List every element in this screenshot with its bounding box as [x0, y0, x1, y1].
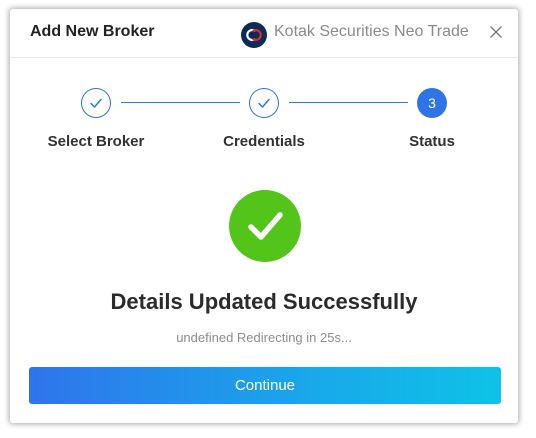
kotak-logo-icon	[241, 22, 267, 48]
modal-header: Add New Broker Kotak Securities Neo Trad…	[10, 9, 518, 58]
broker-name: Kotak Securities Neo Trade	[274, 23, 469, 40]
step-credentials	[249, 88, 279, 118]
continue-button[interactable]: Continue	[29, 367, 501, 404]
modal-title: Add New Broker	[30, 23, 155, 40]
close-icon[interactable]	[488, 24, 504, 40]
redirect-message: undefined Redirecting in 25s...	[176, 330, 352, 345]
step-connector	[289, 102, 408, 103]
success-check-icon	[229, 190, 301, 262]
check-icon	[258, 98, 270, 108]
status-headline: Details Updated Successfully	[110, 289, 418, 314]
check-icon	[90, 98, 102, 108]
step-label-select-broker: Select Broker	[47, 133, 145, 150]
step-connector	[121, 102, 240, 103]
add-broker-modal: Add New Broker Kotak Securities Neo Trad…	[10, 9, 518, 423]
step-number: 3	[428, 95, 436, 111]
step-label-status: Status	[409, 133, 455, 150]
step-select-broker	[81, 88, 111, 118]
step-label-credentials: Credentials	[223, 133, 305, 150]
step-status: 3	[417, 88, 447, 118]
